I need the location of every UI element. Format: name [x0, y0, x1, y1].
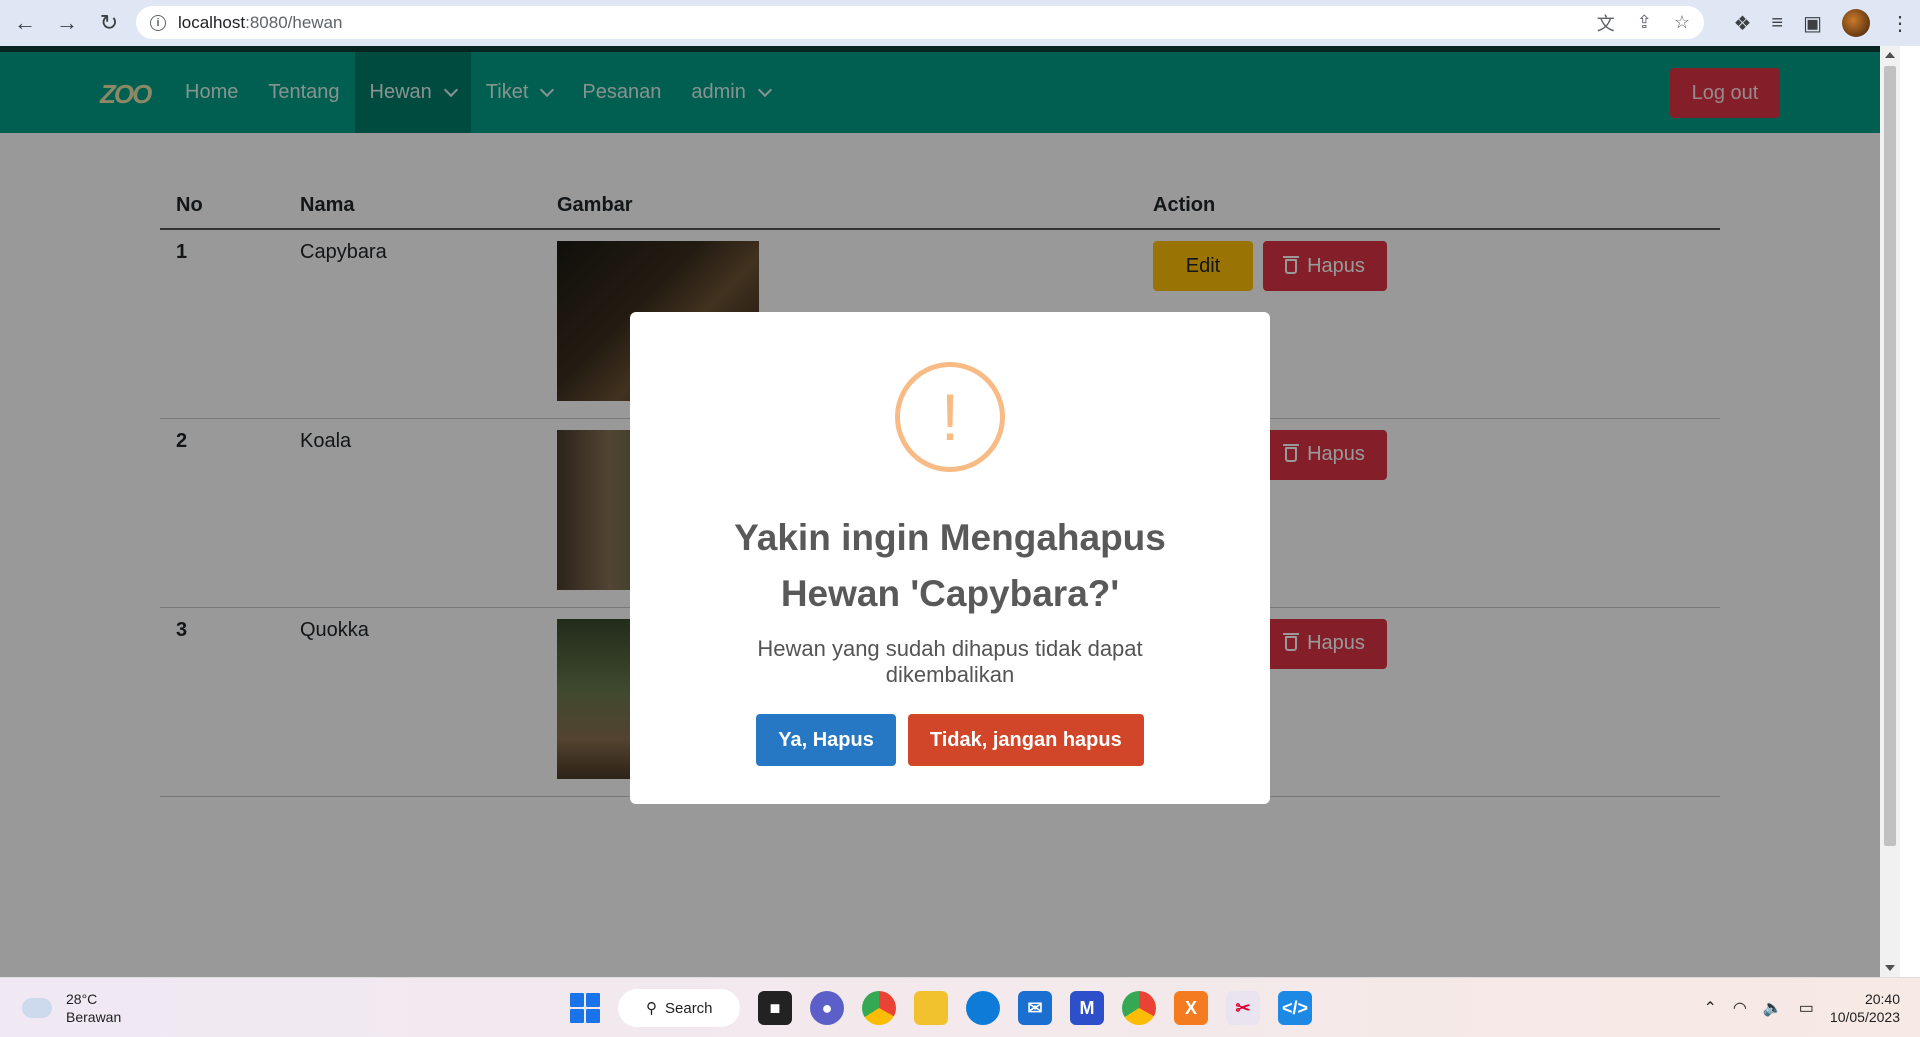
- weather-temp: 28°C: [66, 991, 98, 1007]
- extensions-icon[interactable]: ❖: [1733, 11, 1751, 36]
- scroll-down-arrow-icon[interactable]: [1885, 965, 1895, 971]
- delete-confirm-dialog: ! Yakin ingin Mengahapus Hewan 'Capybara…: [630, 312, 1270, 804]
- dialog-title: Yakin ingin Mengahapus Hewan 'Capybara?': [630, 510, 1270, 622]
- profile-avatar[interactable]: [1842, 9, 1870, 37]
- chrome-icon[interactable]: [862, 991, 896, 1025]
- media-icon[interactable]: ≡: [1771, 12, 1783, 35]
- url-host: localhost: [178, 12, 246, 32]
- clock[interactable]: 20:40 10/05/2023: [1830, 990, 1900, 1026]
- bookmark-star-icon[interactable]: ☆: [1674, 12, 1690, 33]
- search-icon: ⚲: [646, 1000, 657, 1017]
- dialog-title-line1: Yakin ingin Mengahapus: [734, 517, 1166, 558]
- menu-icon[interactable]: ⋮: [1890, 11, 1910, 36]
- scroll-up-arrow-icon[interactable]: [1885, 52, 1895, 58]
- clock-date: 10/05/2023: [1829, 1009, 1900, 1025]
- translate-icon[interactable]: 文: [1597, 10, 1615, 36]
- battery-icon[interactable]: ▭: [1799, 998, 1814, 1018]
- weather-desc: Berawan: [66, 1009, 122, 1025]
- xampp-icon[interactable]: X: [1174, 991, 1208, 1025]
- dialog-title-line2: Hewan 'Capybara?': [780, 573, 1120, 614]
- warning-icon: !: [895, 362, 1005, 472]
- windows-taskbar: 28°C Berawan ⚲ Search ■ ● ✉ M X ✂ </> ⌃ ◠…: [0, 977, 1920, 1037]
- vscode-icon[interactable]: </>: [1278, 991, 1312, 1025]
- chrome-profile-icon[interactable]: [1122, 991, 1156, 1025]
- scroll-thumb[interactable]: [1884, 66, 1896, 846]
- taskbar-search[interactable]: ⚲ Search: [618, 989, 740, 1027]
- side-panel-icon[interactable]: ▣: [1803, 11, 1822, 36]
- file-explorer-icon[interactable]: [914, 991, 948, 1025]
- mail-icon[interactable]: ✉: [1018, 991, 1052, 1025]
- forward-icon[interactable]: →: [50, 6, 84, 40]
- start-icon[interactable]: [570, 993, 600, 1023]
- url-path: :8080/hewan: [245, 12, 343, 32]
- share-icon[interactable]: ⇪: [1637, 12, 1652, 33]
- address-bar[interactable]: i localhost:8080/hewan 文 ⇪ ☆: [136, 6, 1704, 39]
- cancel-delete-button[interactable]: Tidak, jangan hapus: [907, 714, 1144, 766]
- teams-chat-icon[interactable]: ●: [810, 991, 844, 1025]
- confirm-delete-button[interactable]: Ya, Hapus: [756, 714, 896, 766]
- url-text[interactable]: localhost:8080/hewan: [178, 13, 342, 33]
- dialog-message: Hewan yang sudah dihapus tidak dapat dik…: [757, 636, 1143, 687]
- taskbar-search-label: Search: [665, 999, 713, 1017]
- weather-widget[interactable]: 28°C Berawan: [20, 990, 122, 1026]
- wifi-icon[interactable]: ◠: [1733, 998, 1747, 1018]
- site-info-icon[interactable]: i: [150, 14, 166, 31]
- volume-icon[interactable]: 🔈: [1763, 998, 1783, 1018]
- clock-time: 20:40: [1864, 991, 1900, 1007]
- dev-app-icon[interactable]: M: [1070, 991, 1104, 1025]
- chevron-up-icon[interactable]: ⌃: [1704, 998, 1717, 1018]
- reload-icon[interactable]: ↻: [92, 6, 126, 40]
- task-view-icon[interactable]: ■: [758, 991, 792, 1025]
- page-scrollbar[interactable]: [1880, 46, 1900, 977]
- cloudy-weather-icon: [20, 990, 52, 1018]
- snipping-tool-icon[interactable]: ✂: [1226, 991, 1260, 1025]
- back-icon[interactable]: ←: [8, 6, 42, 40]
- edge-icon[interactable]: [966, 991, 1000, 1025]
- browser-toolbar: ← → ↻ i localhost:8080/hewan 文 ⇪ ☆ ❖ ≡ ▣…: [0, 0, 1920, 46]
- web-page: ZOO Home Tentang Hewan Tiket Pesanan adm…: [0, 46, 1880, 977]
